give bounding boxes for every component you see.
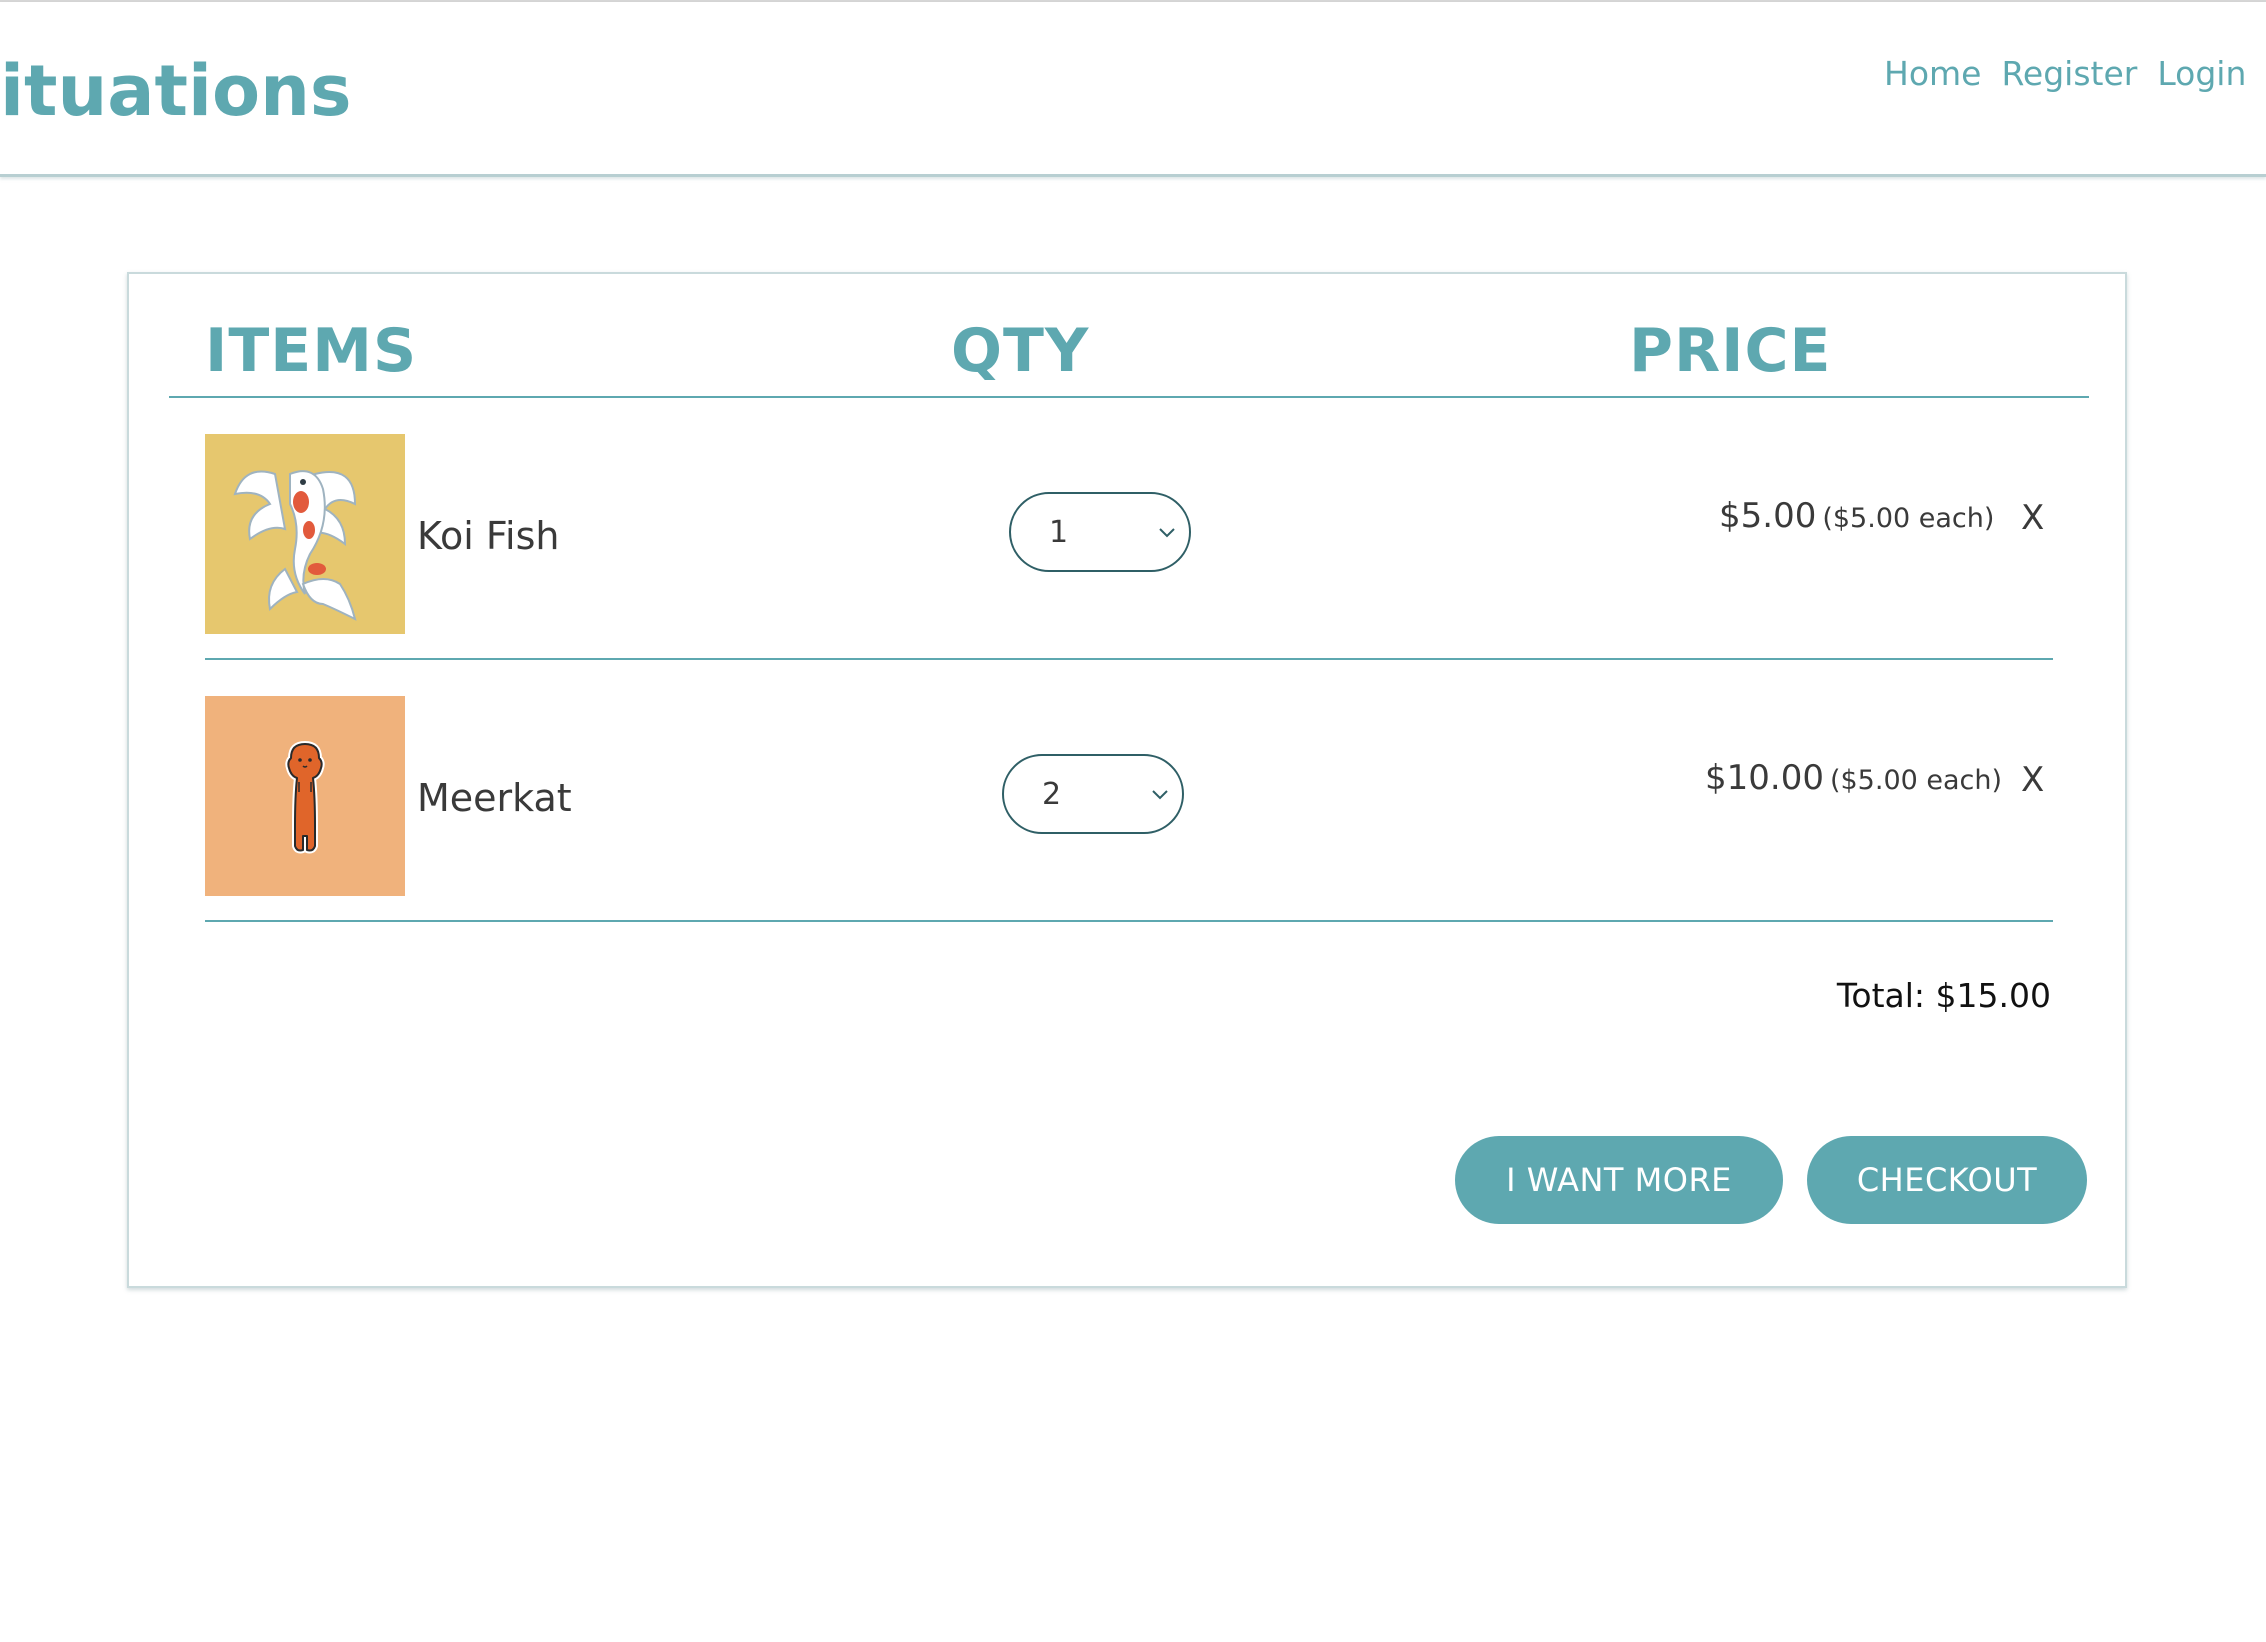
qty-column-header: QTY xyxy=(951,316,1090,386)
chevron-down-icon xyxy=(1152,790,1168,800)
row-price: $10.00 ($5.00 each) xyxy=(1705,758,2002,798)
chevron-down-icon xyxy=(1159,528,1175,538)
nav-home-link[interactable]: Home xyxy=(1884,54,1981,93)
quantity-select[interactable]: 2 xyxy=(1002,754,1184,834)
nav-register-link[interactable]: Register xyxy=(2001,54,2137,93)
unit-price: ($5.00 each) xyxy=(1822,503,1995,534)
cart-row: Koi Fish 1 $5.00 ($5.00 each) X xyxy=(205,398,2053,660)
meerkat-image[interactable] xyxy=(205,696,405,896)
site-brand[interactable]: ituations xyxy=(0,50,352,132)
checkout-button[interactable]: CHECKOUT xyxy=(1807,1136,2087,1224)
koi-fish-icon xyxy=(233,470,357,621)
remove-item-button[interactable]: X xyxy=(2021,760,2044,800)
cart-total: Total: $15.00 xyxy=(1836,976,2051,1015)
cart-row: Meerkat 2 $10.00 ($5.00 each) X xyxy=(205,660,2053,922)
price-amount: $5.00 xyxy=(1719,496,1817,536)
item-name: Meerkat xyxy=(417,776,572,820)
meerkat-icon xyxy=(285,741,325,854)
unit-price: ($5.00 each) xyxy=(1829,765,2003,796)
quantity-select[interactable]: 1 xyxy=(1009,492,1191,572)
continue-shopping-button[interactable]: I WANT MORE xyxy=(1455,1136,1783,1224)
remove-item-button[interactable]: X xyxy=(2021,498,2044,538)
nav-login-link[interactable]: Login xyxy=(2157,54,2246,93)
quantity-value: 2 xyxy=(1042,776,1062,812)
quantity-value: 1 xyxy=(1049,514,1069,550)
koi-fish-image[interactable] xyxy=(205,434,405,634)
row-divider xyxy=(205,920,2053,922)
price-amount: $10.00 xyxy=(1705,758,1824,798)
main-nav: Home Register Login C xyxy=(1884,54,2266,93)
price-column-header: PRICE xyxy=(1629,316,1832,386)
cart-panel: ITEMS QTY PRICE Koi Fish 1 $5.00 ($5.00 … xyxy=(127,272,2127,1288)
row-price: $5.00 ($5.00 each) xyxy=(1719,496,1994,536)
items-column-header: ITEMS xyxy=(205,316,418,386)
site-header: ituations Home Register Login C xyxy=(0,2,2266,177)
item-name: Koi Fish xyxy=(417,514,560,558)
